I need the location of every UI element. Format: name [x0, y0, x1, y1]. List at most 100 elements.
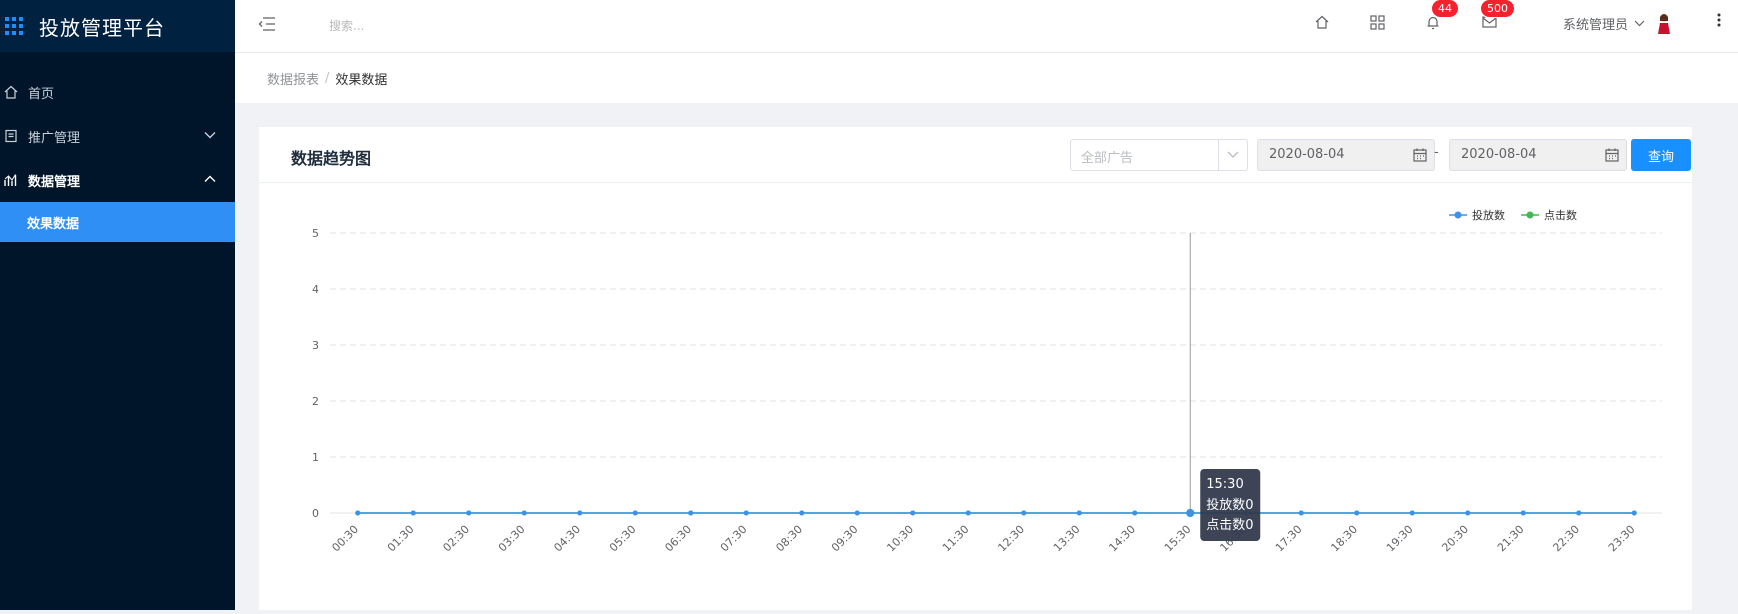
date-range-separator: - — [1434, 145, 1439, 160]
avatar[interactable] — [1655, 12, 1673, 34]
ad-select[interactable]: 全部广告 — [1070, 139, 1248, 171]
x-tick-label: 08:30 — [773, 523, 805, 555]
calendar-icon — [1605, 147, 1619, 166]
x-tick-label: 21:30 — [1495, 523, 1527, 555]
trend-chart: 0 1 2 3 4 5 00:30 01:30 02:30 03:30 04:30 05:30 06:3… — [259, 183, 1692, 610]
data-point — [410, 510, 416, 516]
y-tick-label: 1 — [312, 451, 319, 464]
search-input[interactable] — [327, 12, 531, 40]
data-point — [577, 510, 583, 516]
breadcrumb: 数据报表 / 效果数据 — [235, 53, 1738, 103]
x-tick-label: 19:30 — [1384, 523, 1416, 555]
data-point — [1076, 510, 1082, 516]
breadcrumb-current: 效果数据 — [335, 72, 388, 88]
end-date-value: 2020-08-04 — [1461, 147, 1537, 162]
data-point — [743, 510, 749, 516]
data-point — [965, 510, 971, 516]
chevron-down-icon — [1634, 20, 1645, 27]
more-vertical-icon[interactable] — [1711, 10, 1727, 30]
breadcrumb-parent[interactable]: 数据报表 — [267, 69, 319, 88]
sidebar: 投放管理平台 首页 推广管理 数据管理 效果数据 — [0, 0, 235, 610]
x-tick-label: 09:30 — [829, 523, 861, 555]
data-point — [1021, 510, 1027, 516]
data-point — [521, 510, 527, 516]
notification-badge: 44 — [1431, 0, 1459, 18]
sidebar-item-promotion[interactable]: 推广管理 — [0, 114, 235, 158]
apps-grid-icon[interactable] — [1367, 12, 1387, 32]
chevron-down-icon — [1218, 140, 1247, 170]
x-tick-label: 11:30 — [940, 523, 972, 555]
ad-select-placeholder: 全部广告 — [1081, 151, 1134, 166]
data-point — [688, 510, 694, 516]
trend-chart-svg: 0 1 2 3 4 5 00:30 01:30 02:30 03:30 04:30 05:30 06:3… — [312, 208, 1662, 555]
x-tick-label: 04:30 — [551, 523, 583, 555]
tooltip-line: 投放数0 — [1206, 497, 1253, 513]
sidebar-item-data[interactable]: 数据管理 — [0, 158, 235, 202]
trend-card: 数据趋势图 全部广告 2020-08-04 - 2020-08-04 查询 01… — [259, 127, 1692, 610]
card-title: 数据趋势图 — [291, 149, 372, 168]
top-header: 44 500 系统管理员 — [235, 0, 1738, 53]
x-tick-label: 10:30 — [884, 523, 916, 555]
x-tick-label: 07:30 — [718, 523, 750, 555]
data-point — [1354, 510, 1360, 516]
x-tick-label: 23:30 — [1606, 523, 1638, 555]
calendar-icon — [1413, 147, 1427, 166]
x-tick-label: 03:30 — [496, 523, 528, 555]
x-tick-label: 00:30 — [329, 523, 361, 555]
sidebar-item-label: 数据管理 — [28, 174, 81, 190]
data-point — [1132, 510, 1138, 516]
data-point — [1576, 510, 1582, 516]
chart-icon — [4, 173, 18, 187]
data-point — [1465, 510, 1471, 516]
legend-marker-dot — [1526, 211, 1534, 219]
start-date-picker[interactable]: 2020-08-04 — [1257, 139, 1435, 171]
x-tick-label: 14:30 — [1106, 523, 1138, 555]
data-point — [854, 510, 860, 516]
data-point — [355, 510, 361, 516]
end-date-picker[interactable]: 2020-08-04 — [1449, 139, 1627, 171]
data-point — [632, 510, 638, 516]
sidebar-subitem-effect-data[interactable]: 效果数据 — [0, 202, 235, 242]
x-tick-label: 01:30 — [385, 523, 417, 555]
x-tick-label: 15:30 — [1162, 523, 1194, 555]
app-grid-icon — [5, 17, 23, 35]
chevron-down-icon — [203, 128, 217, 142]
x-tick-label: 02:30 — [440, 523, 472, 555]
y-tick-label: 2 — [312, 395, 319, 408]
home-icon[interactable] — [1312, 12, 1332, 32]
y-tick-label: 0 — [312, 507, 319, 520]
chevron-up-icon — [203, 172, 217, 186]
home-icon — [4, 85, 18, 99]
x-tick-label: 18:30 — [1328, 523, 1360, 555]
data-point — [466, 510, 472, 516]
app-title: 投放管理平台 — [39, 15, 165, 40]
legend-label: 投放数 — [1472, 208, 1505, 222]
legend-marker-dot — [1454, 211, 1462, 219]
y-tick-label: 3 — [312, 339, 319, 352]
breadcrumb-separator: / — [325, 70, 330, 86]
user-menu[interactable]: 系统管理员 — [1563, 12, 1673, 34]
sidebar-item-home[interactable]: 首页 — [0, 70, 235, 114]
tooltip-line: 点击数0 — [1206, 518, 1253, 533]
start-date-value: 2020-08-04 — [1269, 147, 1345, 162]
menu-collapse-icon[interactable] — [255, 12, 279, 36]
user-name: 系统管理员 — [1563, 17, 1629, 33]
query-button[interactable]: 查询 — [1631, 139, 1691, 171]
legend-label: 点击数 — [1544, 209, 1577, 222]
data-point — [1409, 510, 1415, 516]
data-point — [1186, 509, 1195, 517]
x-tick-label: 06:30 — [662, 523, 694, 555]
card-header: 数据趋势图 全部广告 2020-08-04 - 2020-08-04 查询 — [259, 127, 1692, 183]
x-tick-label: 05:30 — [607, 523, 639, 555]
data-point — [1298, 510, 1304, 516]
x-tick-label: 22:30 — [1550, 523, 1582, 555]
data-point — [910, 510, 916, 516]
tooltip-title: 15:30 — [1206, 477, 1243, 492]
logo: 投放管理平台 — [0, 0, 235, 52]
data-point — [1520, 510, 1526, 516]
x-tick-label: 13:30 — [1051, 523, 1083, 555]
sidebar-item-label: 推广管理 — [28, 130, 81, 146]
x-tick-label: 20:30 — [1439, 523, 1471, 555]
x-tick-label: 17:30 — [1273, 523, 1305, 555]
data-point — [799, 510, 805, 516]
